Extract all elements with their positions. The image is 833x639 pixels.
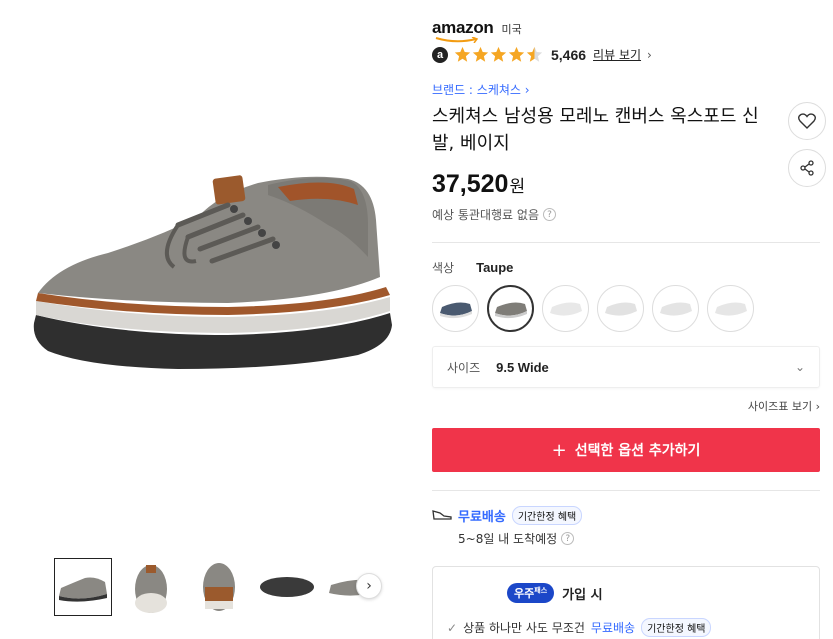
question-icon[interactable]: ? [561,532,575,545]
thumbnail-next-button[interactable]: › [356,573,382,599]
wishlist-button[interactable] [788,102,826,140]
thumbnail-2[interactable] [122,558,180,616]
membership-badge: 우주패스 [507,583,555,603]
shoe-icon [432,506,452,525]
chevron-right-icon: › [524,83,530,97]
size-select[interactable]: 사이즈 9.5 Wide ⌄ [432,346,820,388]
customs-text: 예상 통관대행료 없음 [432,208,539,222]
product-price: 37,520원 [432,170,525,199]
thumbnail-strip [54,558,384,616]
benefit-highlight: 무료배송 [590,621,636,635]
review-count: 5,466 [551,46,587,63]
shipping-title: 무료배송 [458,510,506,525]
membership-header: 우주패스 가입 시 [507,583,603,603]
add-option-button[interactable]: + 선택한 옵션 추가하기 [432,428,820,472]
color-swatch-taupe[interactable] [487,285,534,332]
chevron-right-icon: › [366,578,372,594]
plus-icon: + [551,439,567,461]
product-main-image [28,165,398,390]
share-button[interactable] [788,149,826,187]
seller-country: 미국 [501,23,522,36]
limited-time-badge: 기간한정 혜택 [511,506,583,525]
review-link[interactable]: 리뷰 보기 [593,46,641,63]
size-selected-value: 9.5 Wide [496,359,549,375]
shipping-eta: 5~8일 내 도착예정 ? [458,530,575,547]
seller-row: amazon 미국 [432,18,522,43]
color-option-row: 색상 Taupe [432,259,513,276]
thumbnail-3[interactable] [190,558,248,616]
color-swatch-option-4[interactable] [597,285,644,332]
star-rating [454,46,543,63]
chevron-down-icon: ⌄ [794,360,805,374]
shipping-row: 무료배송 기간한정 혜택 [432,506,583,525]
color-label: 색상 [432,261,455,275]
benefit-badge: 기간한정 혜택 [641,618,712,637]
size-label: 사이즈 [447,360,481,375]
chevron-right-icon: › [647,47,652,62]
amazon-a-badge-icon: a [432,46,448,63]
color-swatch-option-6[interactable] [707,285,754,332]
check-icon: ✓ [447,620,458,635]
star-icon [454,46,471,62]
membership-box: 우주패스 가입 시 ✓ 상품 하나만 사도 무조건 무료배송 기간한정 혜택 [432,566,820,639]
color-swatches [432,285,754,332]
question-icon[interactable]: ? [543,208,556,221]
rating-row: a 5,466 리뷰 보기 › [432,46,652,63]
thumbnail-4[interactable] [258,558,316,616]
star-icon [490,46,507,62]
divider [432,490,820,491]
share-icon [800,160,814,176]
divider [432,242,820,243]
color-selected-value: Taupe [476,260,514,275]
amazon-logo[interactable]: amazon [432,18,494,43]
shipping-eta-text: 5~8일 내 도착예정 [458,532,558,546]
thumbnail-1[interactable] [54,558,112,616]
add-option-label: 선택한 옵션 추가하기 [574,443,701,459]
star-half-icon [526,46,543,62]
membership-benefit: ✓ 상품 하나만 사도 무조건 무료배송 기간한정 혜택 [447,618,712,637]
membership-title: 가입 시 [562,587,603,603]
product-title: 스케쳐스 남성용 모레노 캔버스 옥스포드 신발, 베이지 [432,106,759,154]
star-icon [472,46,489,62]
price-currency: 원 [509,177,526,197]
color-swatch-option-3[interactable] [542,285,589,332]
color-swatch-option-5[interactable] [652,285,699,332]
star-icon [508,46,525,62]
brand-link[interactable]: 브랜드 : 스케쳐스 › [432,81,530,98]
heart-icon [798,113,816,129]
chevron-right-icon: › [815,400,820,413]
benefit-text: 상품 하나만 사도 무조건 [463,621,585,635]
price-value: 37,520 [432,170,509,198]
customs-info: 예상 통관대행료 없음 ? [432,206,556,223]
color-swatch-navy[interactable] [432,285,479,332]
size-chart-link[interactable]: 사이즈표 보기 › [748,398,820,414]
